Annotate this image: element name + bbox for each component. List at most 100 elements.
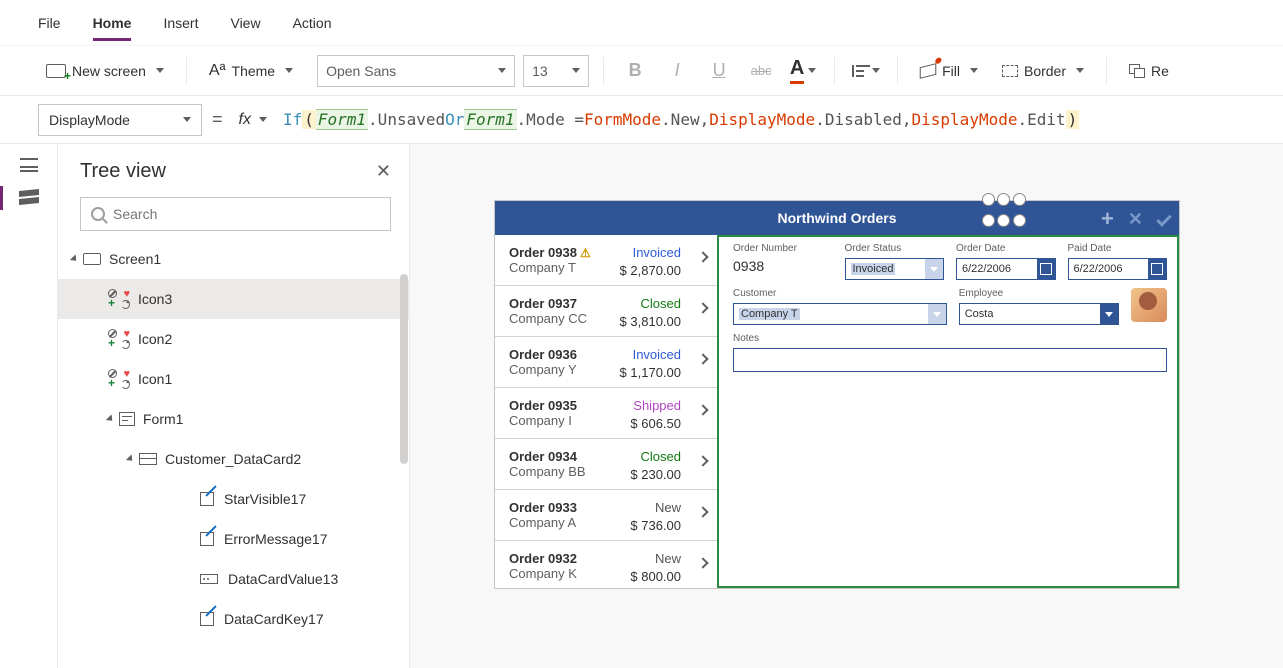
- order-date-input[interactable]: 6/22/2006: [956, 258, 1056, 280]
- tok: ): [1066, 110, 1080, 129]
- order-item[interactable]: Order 0935Company IShipped$ 606.50: [495, 388, 717, 439]
- rail-tree-view[interactable]: [19, 190, 39, 206]
- border-icon: [1002, 65, 1018, 77]
- italic-button[interactable]: I: [660, 54, 694, 88]
- menu-view[interactable]: View: [230, 5, 260, 41]
- border-button[interactable]: Border: [994, 57, 1092, 85]
- tok: Form1: [316, 109, 368, 130]
- new-screen-button[interactable]: New screen: [38, 57, 172, 85]
- notes-input[interactable]: [733, 348, 1167, 372]
- font-name: Open Sans: [326, 63, 396, 79]
- left-rail: [0, 144, 58, 668]
- submit-icon[interactable]: [1156, 211, 1172, 227]
- node-label: DataCardValue13: [228, 571, 338, 587]
- menu-file[interactable]: File: [38, 5, 61, 41]
- strikethrough-button[interactable]: abc: [744, 54, 778, 88]
- employee-select[interactable]: Costa: [959, 303, 1119, 325]
- new-screen-label: New screen: [72, 63, 146, 79]
- node-label: Screen1: [109, 251, 161, 267]
- order-amount: $ 736.00: [630, 518, 681, 533]
- order-amount: $ 1,170.00: [620, 365, 681, 380]
- menu-action[interactable]: Action: [293, 5, 332, 41]
- fill-button[interactable]: Fill: [912, 57, 986, 85]
- cancel-icon[interactable]: ✕: [1128, 209, 1143, 230]
- canvas[interactable]: Northwind Orders + ✕ Order 0938⚠Company …: [410, 144, 1283, 668]
- tree-node-icon1[interactable]: ♥+ Icon1: [58, 359, 409, 399]
- menu-home[interactable]: Home: [93, 5, 132, 41]
- order-item[interactable]: Order 0933Company ANew$ 736.00: [495, 490, 717, 541]
- order-status-select[interactable]: Invoiced: [845, 258, 945, 280]
- calendar-icon: [1037, 259, 1055, 279]
- tree-node-icon2[interactable]: ♥+ Icon2: [58, 319, 409, 359]
- fx-button[interactable]: fx: [233, 104, 273, 136]
- tree-node-card[interactable]: Customer_DataCard2: [58, 439, 409, 479]
- order-item[interactable]: Order 0937Company CCClosed$ 3,810.00: [495, 286, 717, 337]
- separator: [1106, 57, 1107, 85]
- formula-input[interactable]: If ( Form1 .Unsaved Or Form1 .Mode = For…: [283, 104, 1283, 136]
- card-icon: [139, 453, 157, 465]
- detail-form: Order Number 0938 Order Status Invoiced …: [717, 235, 1179, 588]
- tree-node-icon3[interactable]: ♥+ Icon3: [58, 279, 409, 319]
- tree-node-errormessage[interactable]: ErrorMessage17: [58, 519, 409, 559]
- tree-node-datacardkey[interactable]: DataCardKey17: [58, 599, 409, 639]
- order-item[interactable]: Order 0932Company KNew$ 800.00: [495, 541, 717, 588]
- order-status: Closed: [641, 449, 681, 464]
- field-label: Paid Date: [1068, 243, 1168, 254]
- chevron-down-icon: [1100, 304, 1118, 324]
- calendar-icon: [1148, 259, 1166, 279]
- date-value: 6/22/2006: [1074, 263, 1123, 275]
- customer-select[interactable]: Company T: [733, 303, 947, 325]
- chevron-right-icon: [697, 506, 708, 517]
- select-value: Invoiced: [851, 263, 896, 275]
- theme-button[interactable]: Aª Theme: [201, 56, 301, 86]
- screen-icon: [83, 253, 101, 265]
- chevron-down-icon: [259, 117, 267, 122]
- group-icon: [1129, 64, 1145, 78]
- order-item[interactable]: Order 0938⚠Company TInvoiced$ 2,870.00: [495, 235, 717, 286]
- tok: Or: [445, 110, 464, 129]
- property-select[interactable]: DisplayMode: [38, 104, 202, 136]
- control-icon: ♥+: [108, 331, 130, 347]
- reorder-button[interactable]: Re: [1121, 57, 1177, 85]
- chevron-right-icon: [697, 251, 708, 262]
- selection-handles[interactable]: [982, 193, 1026, 227]
- font-color-button[interactable]: A: [786, 54, 820, 88]
- caret-icon[interactable]: [126, 454, 135, 463]
- caret-icon[interactable]: [70, 254, 79, 263]
- tree-node-screen[interactable]: Screen1: [58, 239, 409, 279]
- theme-label: Theme: [232, 63, 276, 79]
- order-item[interactable]: Order 0936Company YInvoiced$ 1,170.00: [495, 337, 717, 388]
- search-input[interactable]: [113, 206, 380, 222]
- font-select[interactable]: Open Sans: [317, 55, 515, 87]
- label-icon: [200, 492, 214, 506]
- bold-button[interactable]: B: [618, 54, 652, 88]
- font-size-select[interactable]: 13: [523, 55, 589, 87]
- hamburger-icon[interactable]: [20, 158, 38, 172]
- tree-node-datacardvalue[interactable]: DataCardValue13: [58, 559, 409, 599]
- order-status: Closed: [641, 296, 681, 311]
- field-label: Notes: [733, 333, 1167, 344]
- tree-node-form[interactable]: Form1: [58, 399, 409, 439]
- tree-panel: Tree view ✕ Screen1 ♥+ Icon3 ♥+: [58, 144, 410, 668]
- align-button[interactable]: [849, 54, 883, 88]
- tree-title: Tree view: [80, 160, 166, 183]
- fx-icon: fx: [239, 111, 251, 129]
- scrollbar[interactable]: [400, 274, 408, 464]
- menu-insert[interactable]: Insert: [163, 5, 198, 41]
- chevron-down-icon: [285, 68, 293, 73]
- field-label: Order Number: [733, 243, 833, 254]
- tree-node-starvisible[interactable]: StarVisible17: [58, 479, 409, 519]
- underline-button[interactable]: U: [702, 54, 736, 88]
- order-item[interactable]: Order 0934Company BBClosed$ 230.00: [495, 439, 717, 490]
- close-icon[interactable]: ✕: [376, 161, 391, 182]
- order-list[interactable]: Order 0938⚠Company TInvoiced$ 2,870.00Or…: [495, 235, 717, 588]
- node-label: StarVisible17: [224, 491, 306, 507]
- search-box[interactable]: [80, 197, 391, 231]
- add-icon[interactable]: +: [1101, 206, 1114, 232]
- search-icon: [91, 207, 105, 221]
- caret-icon[interactable]: [106, 414, 115, 423]
- chevron-down-icon: [156, 68, 164, 73]
- order-amount: $ 2,870.00: [620, 263, 681, 278]
- new-screen-icon: [46, 64, 66, 78]
- paid-date-input[interactable]: 6/22/2006: [1068, 258, 1168, 280]
